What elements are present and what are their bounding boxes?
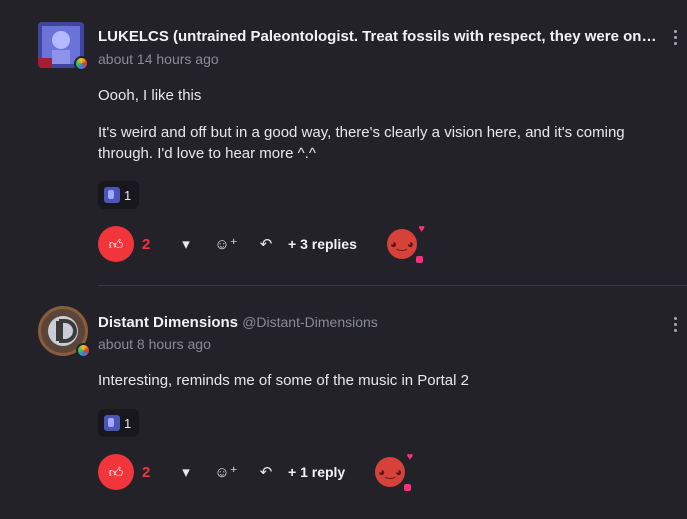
author-name[interactable]: Distant Dimensions @Distant-Dimensions: [98, 314, 378, 331]
comment-actions: 👍︎ 2 ▾ ☺⁺ ↶ + 3 replies ◕‿◕ ♥: [98, 223, 425, 263]
like-button[interactable]: 👍︎: [98, 226, 134, 262]
like-count: 2: [142, 235, 151, 253]
custom-emoji-icon: [104, 415, 120, 431]
reaction-chip[interactable]: 1: [98, 181, 140, 209]
reaction-chip[interactable]: 1: [98, 409, 140, 437]
thumbs-down-icon[interactable]: ▾: [166, 235, 206, 253]
comment-text-line: Interesting, reminds me of some of the m…: [98, 372, 469, 389]
more-options-icon[interactable]: [674, 30, 678, 48]
add-emoji-icon[interactable]: ☺⁺: [206, 463, 246, 481]
verified-badge-icon: [74, 56, 89, 71]
like-button[interactable]: 👍︎: [98, 454, 134, 490]
author-name-text: Distant Dimensions: [98, 314, 239, 331]
comment-actions: 👍︎ 2 ▾ ☺⁺ ↶ + 1 reply ◕‿◕ ♥: [98, 451, 413, 491]
comment-divider: [98, 285, 687, 286]
more-options-icon[interactable]: [674, 317, 678, 335]
reply-arrow-icon[interactable]: ↶: [246, 235, 286, 253]
verified-badge-icon: [76, 343, 91, 358]
author-handle: @Distant-Dimensions: [242, 314, 378, 330]
thumbs-up-icon: 👍︎: [108, 463, 124, 480]
comment-timestamp[interactable]: about 8 hours ago: [98, 336, 211, 352]
reply-arrow-icon[interactable]: ↶: [246, 463, 286, 481]
comment-timestamp[interactable]: about 14 hours ago: [98, 51, 219, 67]
thumbs-down-icon[interactable]: ▾: [166, 463, 206, 481]
reaction-count: 1: [124, 415, 132, 431]
thumbs-up-icon: 👍︎: [108, 235, 124, 252]
creator-reaction-icon: ◕‿◕ ♥: [375, 451, 413, 491]
custom-emoji-icon: [104, 187, 120, 203]
author-name[interactable]: LUKELCS (untrained Paleontologist. Treat…: [98, 28, 658, 45]
creator-reaction-icon: ◕‿◕ ♥: [386, 223, 425, 263]
replies-link[interactable]: + 3 replies: [288, 236, 357, 252]
reaction-count: 1: [124, 187, 132, 203]
like-count: 2: [142, 463, 151, 481]
replies-link[interactable]: + 1 reply: [288, 464, 345, 480]
comment-text-line: It's weird and off but in a good way, th…: [98, 124, 625, 162]
add-emoji-icon[interactable]: ☺⁺: [206, 235, 246, 253]
comment-text-line: Oooh, I like this: [98, 87, 202, 104]
author-name-text: LUKELCS (untrained Paleontologist. Treat…: [98, 28, 658, 45]
